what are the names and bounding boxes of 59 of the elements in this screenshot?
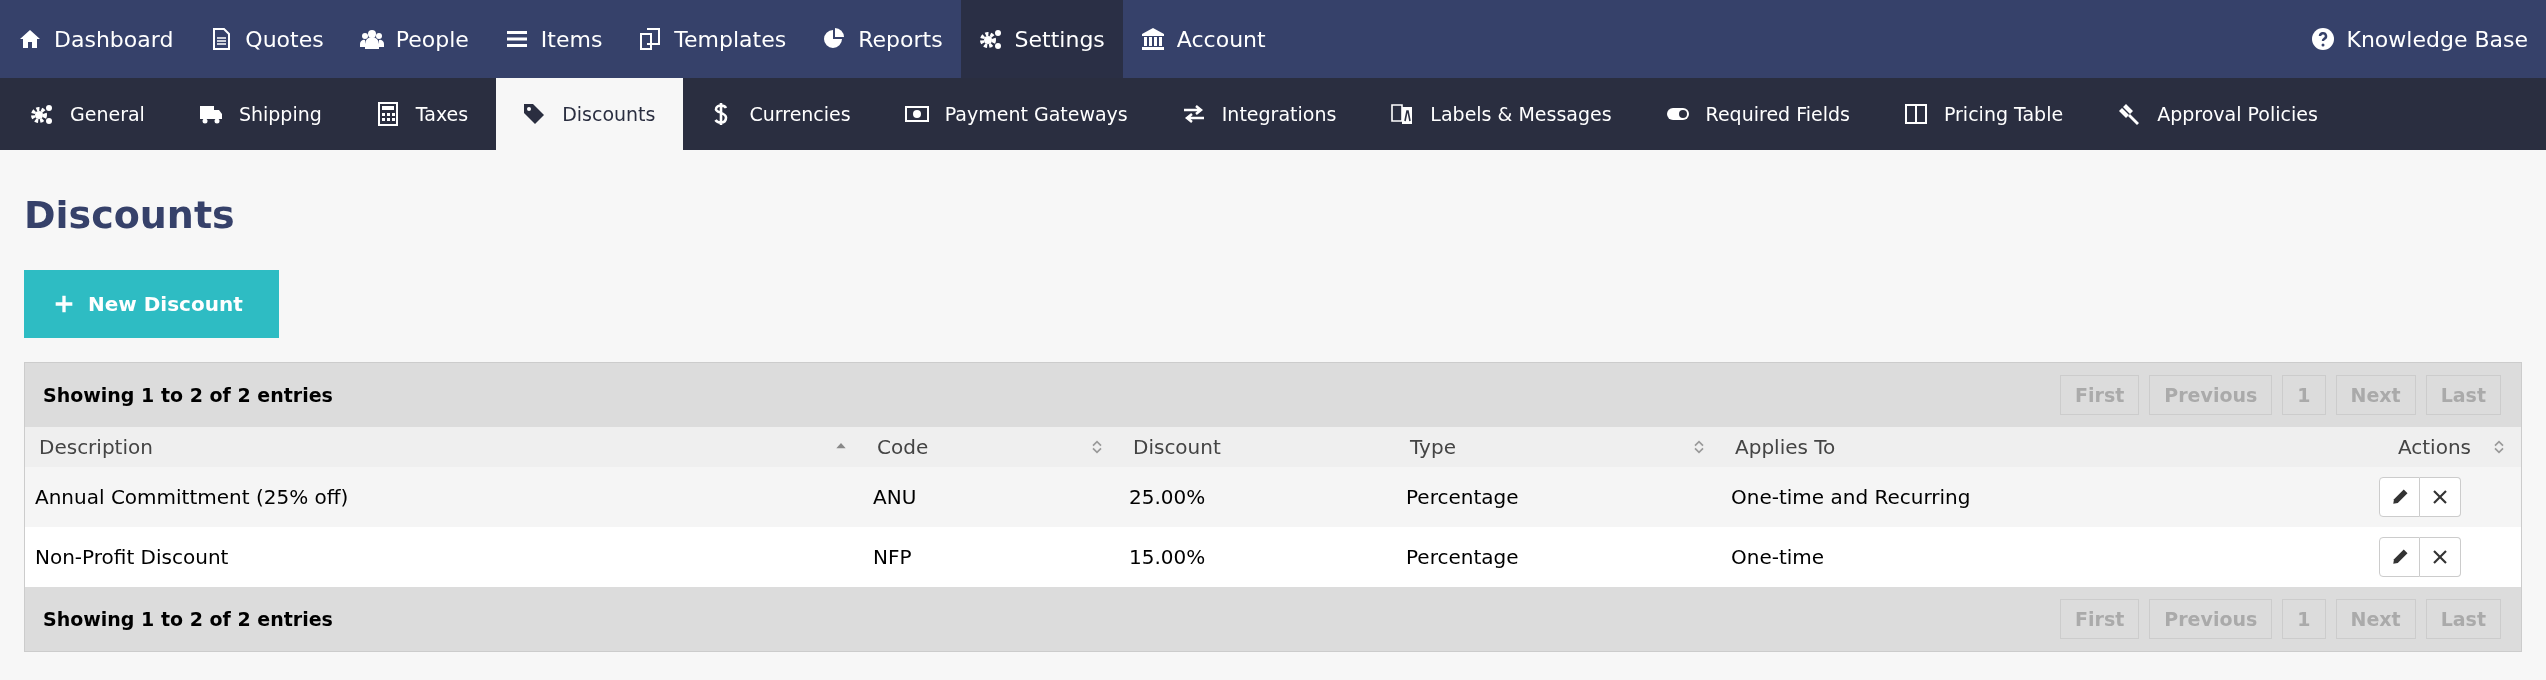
subnav-tab[interactable]: General xyxy=(4,78,173,150)
bank-icon xyxy=(1140,27,1165,51)
nav-tab[interactable]: Settings xyxy=(960,0,1123,78)
subnav-tab[interactable]: Labels & Messages xyxy=(1364,78,1640,150)
calculator-icon xyxy=(375,102,400,126)
nav-tab[interactable]: Account xyxy=(1122,0,1284,78)
column-header[interactable]: Applies To xyxy=(1721,435,2329,459)
subnav-tab[interactable]: Payment Gateways xyxy=(878,78,1156,150)
nav-tab[interactable]: Quotes xyxy=(191,0,342,78)
column-header[interactable]: Actions xyxy=(2329,435,2521,459)
delete-button[interactable] xyxy=(2420,537,2461,577)
subnav-tab[interactable]: Currencies xyxy=(683,78,879,150)
pencil-icon xyxy=(2390,548,2409,566)
table-cell-text: NFP xyxy=(872,545,913,569)
nav-tab[interactable]: Items xyxy=(486,0,621,78)
subnav-tab[interactable]: Discounts xyxy=(496,78,684,150)
table-cell-text: Percentage xyxy=(1405,545,1520,569)
subnav-tab[interactable]: Shipping xyxy=(172,78,350,150)
nav-tab[interactable]: People xyxy=(341,0,487,78)
table-cell-text: Non-Profit Discount xyxy=(34,545,230,569)
table-cell-text: Percentage xyxy=(1405,485,1520,509)
table-cell-text: 25.00% xyxy=(1128,485,1207,509)
entries-info: Showing 1 to 2 of 2 entries xyxy=(43,384,333,406)
table-cell-text: One-time xyxy=(1730,545,1826,569)
edit-button[interactable] xyxy=(2379,537,2420,577)
copy-icon xyxy=(638,27,663,51)
columns-icon xyxy=(1903,102,1928,126)
help-icon xyxy=(2310,27,2335,51)
page-title: Discounts xyxy=(24,192,236,239)
pie-chart-icon xyxy=(822,27,847,51)
column-header[interactable]: Description xyxy=(25,435,863,459)
pencil-icon xyxy=(2390,488,2409,506)
nav-tab[interactable]: Reports xyxy=(804,0,961,78)
tag-icon xyxy=(522,102,547,126)
entries-info: Showing 1 to 2 of 2 entries xyxy=(43,608,333,630)
gavel-icon xyxy=(2117,102,2142,126)
help-link[interactable]: Knowledge Base xyxy=(2292,0,2546,78)
column-header[interactable]: Discount xyxy=(1119,435,1396,459)
subnav-tab[interactable]: Taxes xyxy=(349,78,497,150)
people-icon xyxy=(359,27,384,51)
subnav-tab[interactable]: Integrations xyxy=(1155,78,1365,150)
table-cell-text: 15.00% xyxy=(1128,545,1207,569)
plus-icon xyxy=(54,294,74,314)
subnav-tab[interactable]: Approval Policies xyxy=(2091,78,2346,150)
column-header[interactable]: Type xyxy=(1396,435,1721,459)
edit-button[interactable] xyxy=(2379,477,2420,517)
nav-tab[interactable]: Dashboard xyxy=(0,0,192,78)
exchange-icon xyxy=(1181,102,1206,126)
table-cell-text: Annual Committment (25% off) xyxy=(34,485,350,509)
table-cell-text: One-time and Recurring xyxy=(1730,485,1972,509)
home-icon xyxy=(18,27,42,51)
delete-icon xyxy=(2431,488,2449,506)
table-cell-text: ANU xyxy=(872,485,918,509)
subnav-tab[interactable]: Required Fields xyxy=(1639,78,1878,150)
nav-tab[interactable]: Templates xyxy=(620,0,805,78)
delete-icon xyxy=(2431,548,2449,566)
delete-button[interactable] xyxy=(2420,477,2461,517)
subnav-tab[interactable]: Pricing Table xyxy=(1877,78,2092,150)
column-header[interactable]: Code xyxy=(863,435,1119,459)
